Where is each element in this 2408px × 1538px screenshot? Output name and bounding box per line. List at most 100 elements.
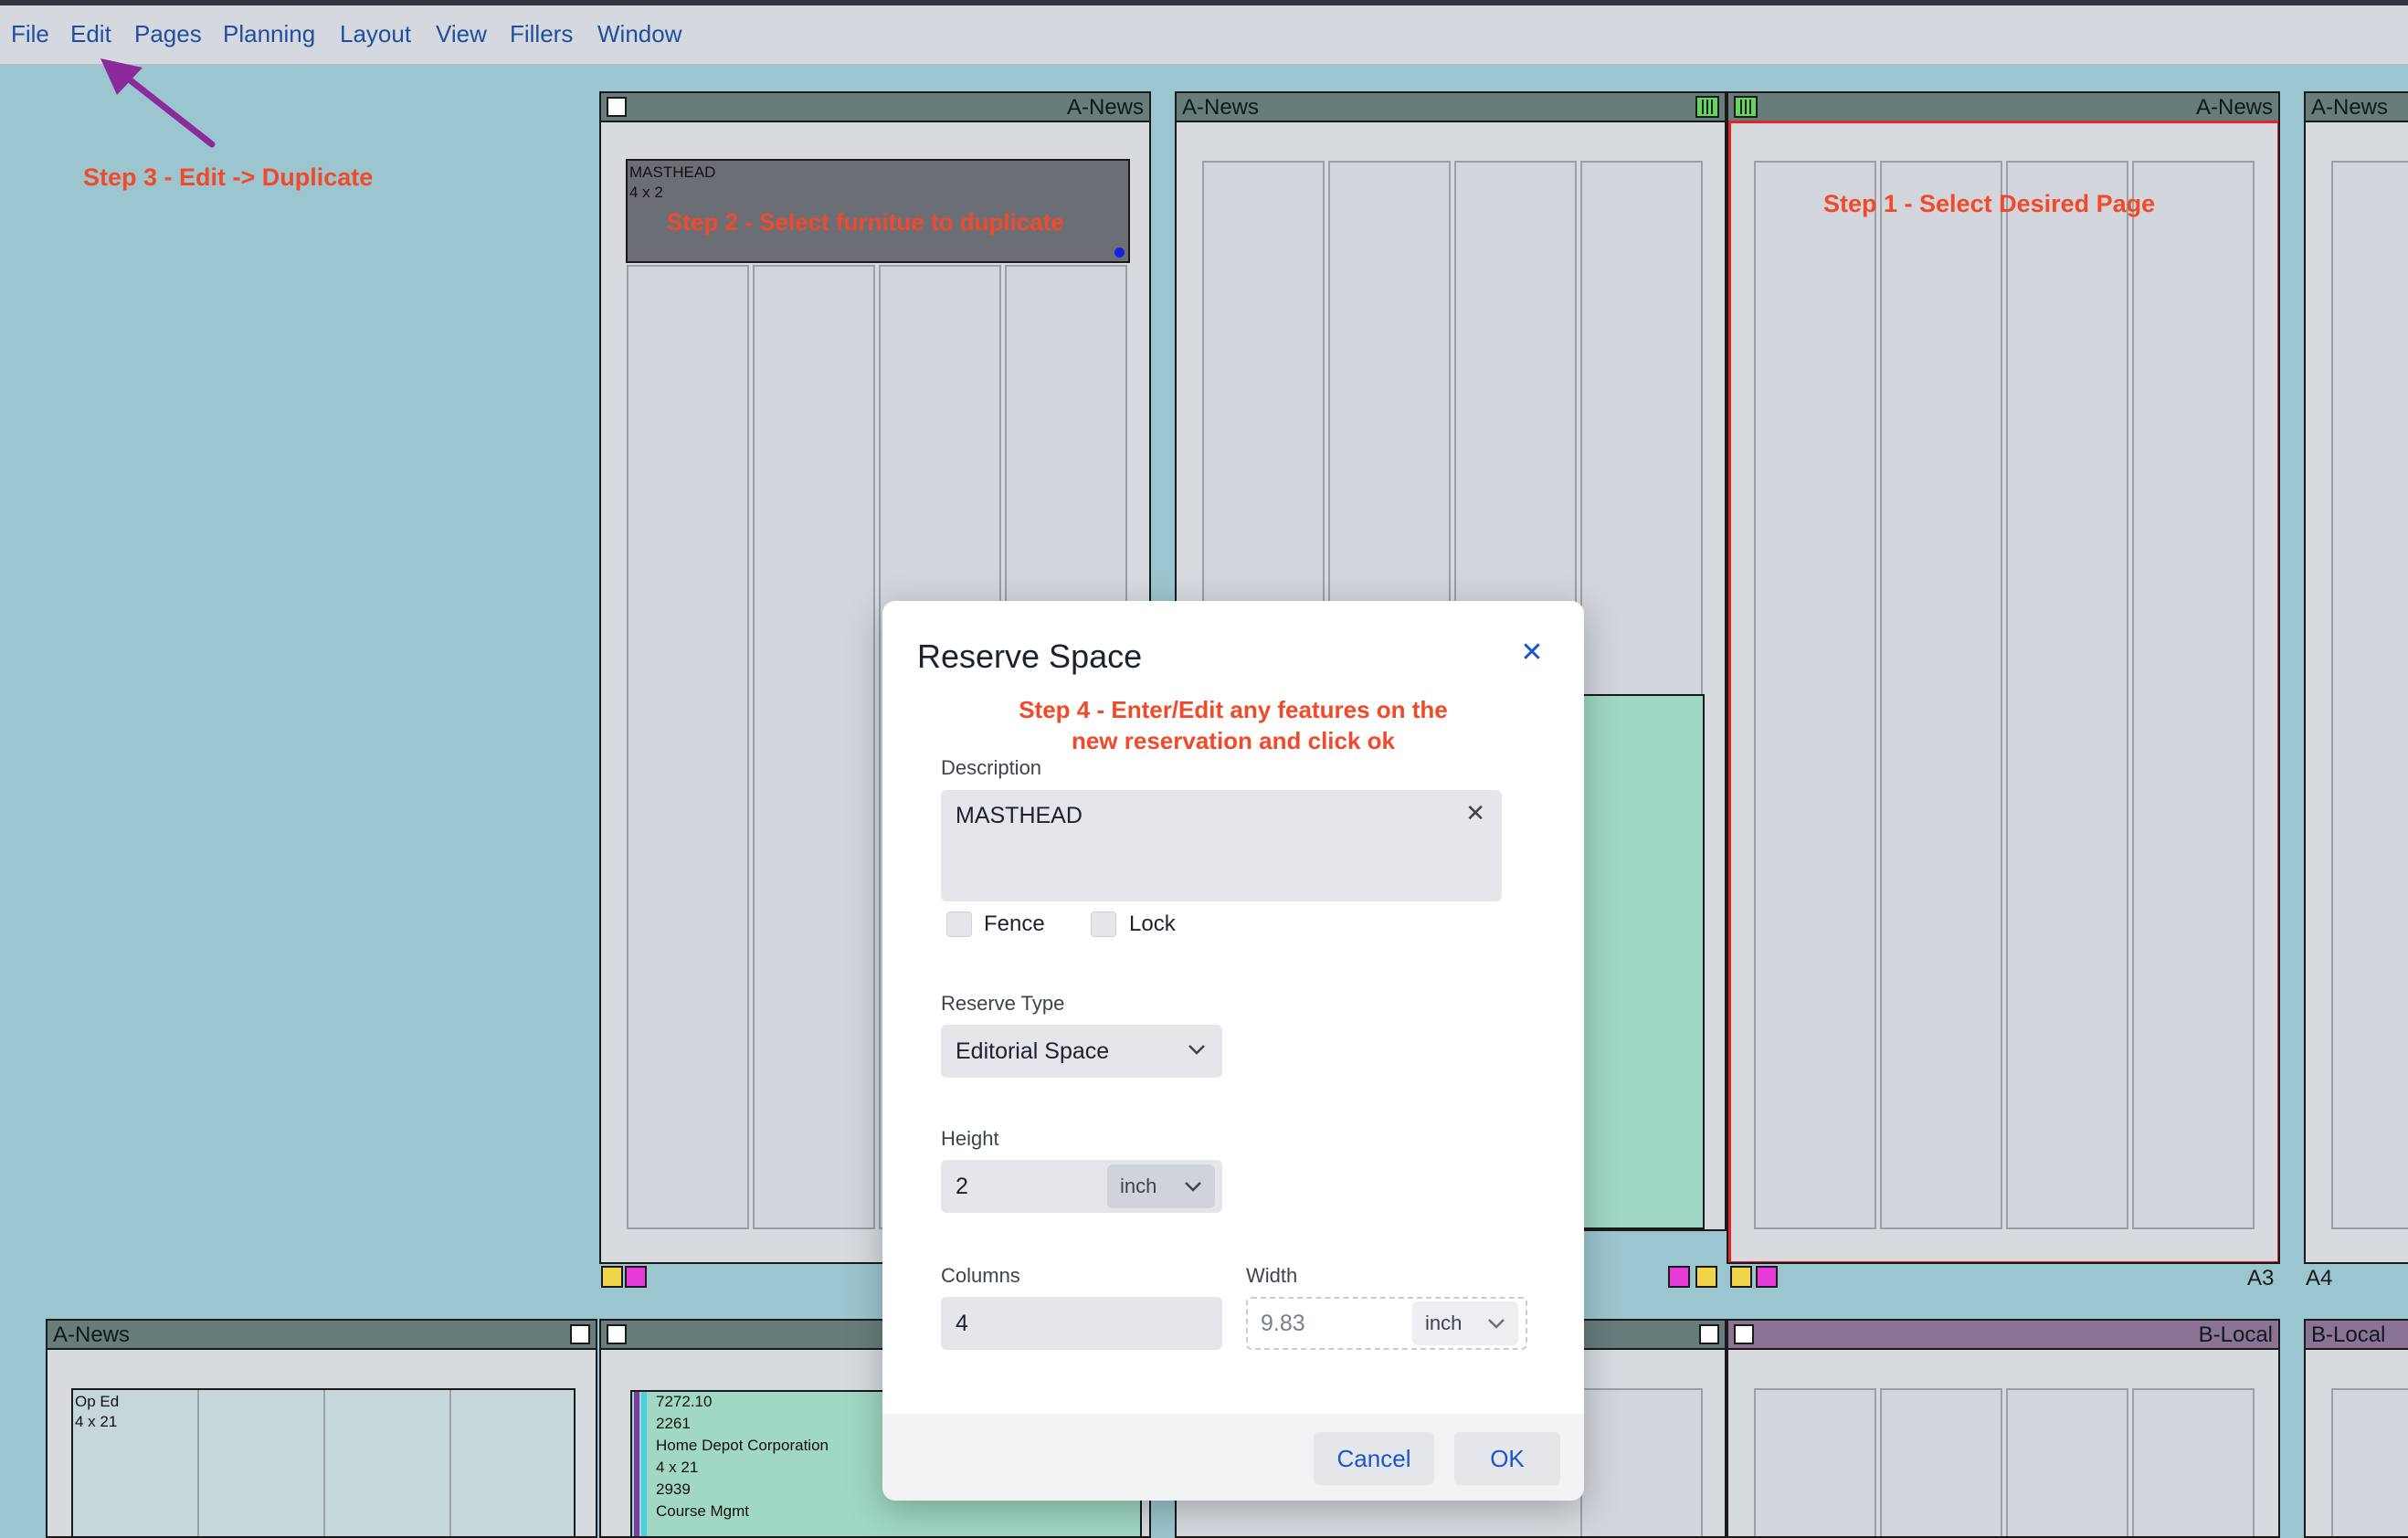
menu-file[interactable]: File — [11, 20, 49, 48]
page-header: A-News — [601, 93, 1149, 122]
page-section-label: A-News — [53, 1322, 131, 1347]
page-select-checkbox[interactable] — [607, 1324, 627, 1344]
ad-furniture[interactable] — [1579, 694, 1705, 1229]
fence-label: Fence — [984, 911, 1045, 936]
width-label: Width — [1246, 1264, 1298, 1287]
layout-status-icon[interactable] — [1695, 1266, 1717, 1288]
height-unit-select[interactable]: inch — [1107, 1164, 1215, 1208]
step2-annotation: Step 2 - Select furnitue to duplicate — [667, 208, 1064, 236]
page-column — [2006, 1388, 2128, 1536]
chevron-down-icon — [1488, 1319, 1505, 1329]
reserve-space-dialog: Reserve Space ✕ Step 4 - Enter/Edit any … — [882, 601, 1584, 1501]
ad-line: Course Mgmt — [656, 1502, 750, 1520]
height-value: 2 — [956, 1174, 968, 1199]
page-section-label: A-News — [2311, 95, 2389, 120]
layout-status-icon[interactable] — [601, 1266, 623, 1288]
lock-checkbox[interactable] — [1091, 911, 1116, 937]
page-column — [449, 1390, 451, 1536]
page-select-checkbox[interactable] — [570, 1324, 590, 1344]
width-unit-select: inch — [1412, 1301, 1518, 1345]
columns-grid-icon[interactable] — [1734, 96, 1758, 118]
page-column — [627, 265, 749, 1229]
ad-color-bar — [634, 1392, 639, 1536]
step1-annotation: Step 1 - Select Desired Page — [1823, 190, 2156, 217]
page-number: A3 — [2247, 1266, 2275, 1290]
page-section-label: B-Local — [2311, 1322, 2386, 1347]
ok-button[interactable]: OK — [1454, 1432, 1560, 1485]
dialog-title: Reserve Space — [917, 637, 1143, 675]
page-column — [323, 1390, 325, 1536]
description-label: Description — [941, 756, 1042, 779]
chevron-down-icon — [1185, 1182, 1201, 1192]
menu-window[interactable]: Window — [597, 20, 681, 48]
oped-furniture[interactable]: Op Ed 4 x 21 — [71, 1388, 576, 1536]
page-b-row5[interactable]: B-Local — [2304, 1319, 2408, 1538]
menu-pages[interactable]: Pages — [134, 20, 202, 48]
page-header: A-News — [1728, 93, 2278, 122]
cancel-button[interactable]: Cancel — [1314, 1432, 1434, 1485]
page-header: B-Local — [2306, 1321, 2408, 1350]
page-section-label: A-News — [1066, 95, 1144, 120]
page-column — [1580, 1388, 1703, 1536]
width-value: 9.83 — [1261, 1311, 1305, 1336]
page-select-checkbox[interactable] — [1699, 1324, 1719, 1344]
page-header: A-News — [48, 1321, 596, 1350]
page-column — [197, 1390, 199, 1536]
color-status-icon[interactable] — [625, 1266, 647, 1288]
page-selection-outline — [1728, 121, 2278, 1262]
page-select-checkbox[interactable] — [1734, 1324, 1754, 1344]
columns-input[interactable]: 4 — [941, 1297, 1222, 1350]
menu-layout[interactable]: Layout — [340, 20, 411, 48]
close-icon[interactable]: ✕ — [1516, 637, 1547, 669]
menu-edit[interactable]: Edit — [70, 20, 111, 48]
page-a4[interactable]: A-News — [2304, 91, 2408, 1264]
color-status-icon[interactable] — [1756, 1266, 1778, 1288]
columns-grid-icon[interactable] — [1695, 96, 1719, 118]
lock-label: Lock — [1129, 911, 1176, 936]
furniture-size: 4 x 21 — [75, 1413, 118, 1430]
dialog-footer: Cancel OK — [882, 1414, 1584, 1501]
page-section-label: B-Local — [2198, 1322, 2273, 1347]
menu-view[interactable]: View — [436, 20, 487, 48]
ad-line: Home Depot Corporation — [656, 1437, 829, 1454]
page-a3[interactable]: A-News Step 1 - Select Desired Page — [1727, 91, 2280, 1264]
page-header: A-News — [2306, 93, 2408, 122]
description-value: MASTHEAD — [956, 803, 1083, 828]
page-column — [1754, 1388, 1876, 1536]
ad-line: 2261 — [656, 1415, 691, 1432]
fence-checkbox[interactable] — [946, 911, 972, 937]
clear-text-icon[interactable]: ✕ — [1465, 799, 1485, 827]
furniture-name: Op Ed — [75, 1393, 120, 1410]
page-b-row1[interactable]: A-News Op Ed 4 x 21 — [46, 1319, 597, 1538]
step4-annotation-line2: new reservation and click ok — [1071, 727, 1396, 754]
selection-handle[interactable] — [1114, 248, 1125, 258]
color-status-icon[interactable] — [1668, 1266, 1690, 1288]
height-unit-value: inch — [1120, 1175, 1157, 1197]
columns-value: 4 — [956, 1311, 968, 1336]
page-b-row4[interactable]: B-Local — [1727, 1319, 2280, 1538]
page-column — [2331, 1388, 2408, 1536]
ad-line: 7272.10 — [656, 1393, 713, 1410]
page-header: A-News — [1177, 93, 1725, 122]
reserve-type-select[interactable]: Editorial Space — [941, 1025, 1222, 1078]
height-input[interactable]: 2 inch — [941, 1160, 1222, 1213]
ad-line: 4 x 21 — [656, 1459, 699, 1476]
menu-fillers[interactable]: Fillers — [510, 20, 573, 48]
reserve-type-value: Editorial Space — [956, 1038, 1110, 1064]
page-column — [2132, 1388, 2255, 1536]
description-textarea[interactable]: MASTHEAD ✕ — [941, 790, 1502, 901]
annotation-arrow-icon — [100, 58, 216, 148]
layout-status-icon[interactable] — [1730, 1266, 1752, 1288]
furniture-size: 4 x 2 — [629, 184, 663, 201]
columns-label: Columns — [941, 1264, 1020, 1287]
page-select-checkbox[interactable] — [607, 97, 627, 117]
page-column — [753, 265, 875, 1229]
width-input: 9.83 inch — [1246, 1297, 1527, 1350]
width-unit-value: inch — [1425, 1312, 1463, 1334]
page-section-label: A-News — [1182, 95, 1260, 120]
height-label: Height — [941, 1127, 999, 1150]
page-column — [1880, 1388, 2002, 1536]
menu-bar: File Edit Pages Planning Layout View Fil… — [0, 5, 2408, 65]
page-column — [2331, 161, 2408, 1229]
menu-planning[interactable]: Planning — [223, 20, 315, 48]
